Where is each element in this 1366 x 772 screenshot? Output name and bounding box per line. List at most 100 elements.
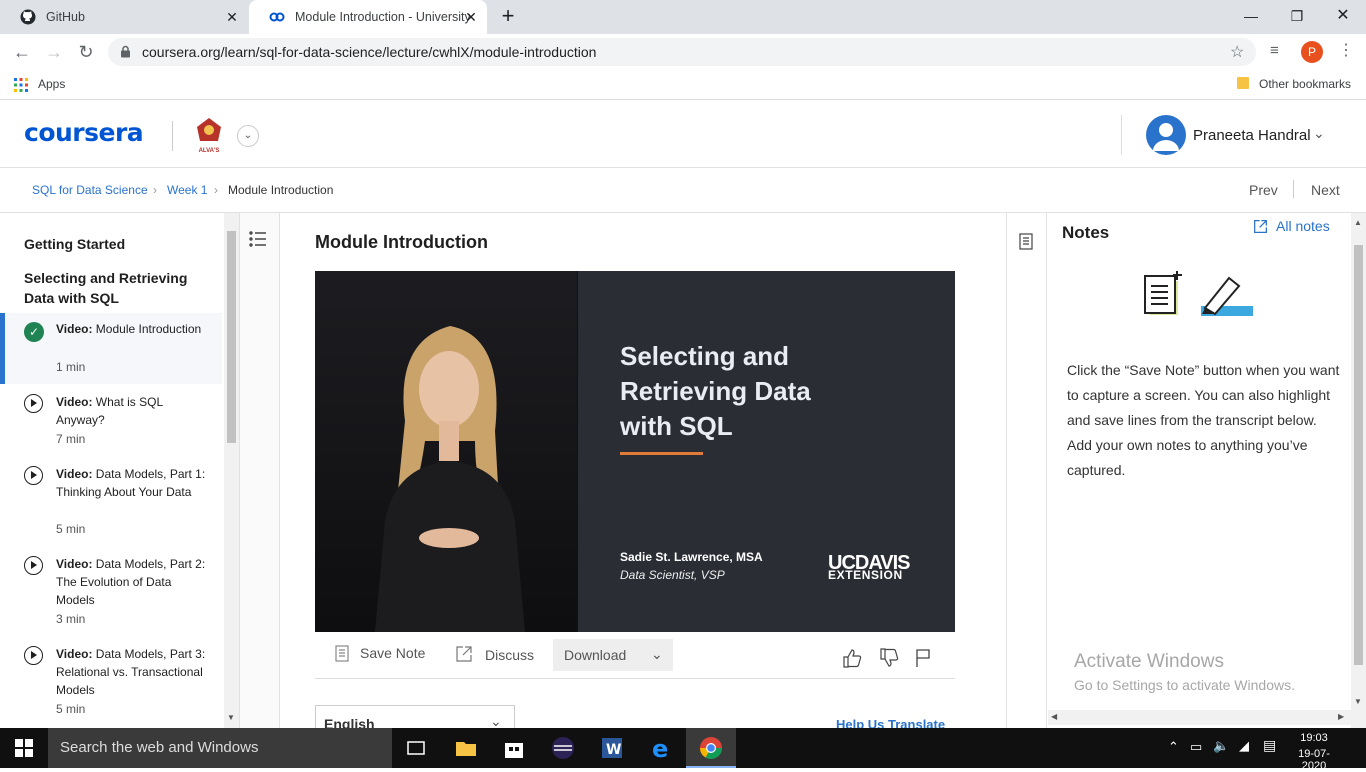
flag-icon[interactable]	[915, 648, 931, 673]
scroll-down-icon[interactable]: ▼	[1354, 697, 1362, 706]
show-hidden-icons-icon[interactable]: ⌃	[1168, 739, 1179, 755]
extension-logo: EXTENSION	[828, 568, 903, 582]
other-bookmarks[interactable]: Other bookmarks	[1259, 77, 1351, 91]
sidebar-scrollbar[interactable]: ▼	[224, 213, 239, 728]
partner-label: ALVA'S	[198, 148, 220, 154]
activate-windows-subtitle: Go to Settings to activate Windows.	[1074, 677, 1295, 693]
video-player[interactable]: Selecting and Retrieving Data with SQL S…	[315, 271, 955, 632]
chevron-down-icon: ⌄	[651, 646, 663, 662]
item-type: Video:	[56, 557, 93, 571]
address-bar[interactable]: coursera.org/learn/sql-for-data-science/…	[108, 38, 1256, 66]
forward-icon[interactable]: →	[42, 40, 66, 64]
add-note-illustration-icon	[1144, 271, 1184, 322]
breadcrumb-separator-icon: ›	[214, 183, 218, 197]
scroll-right-icon[interactable]: ▶	[1338, 712, 1344, 721]
list-item-video-data-models-1[interactable]: Video: Data Models, Part 1: Thinking Abo…	[0, 463, 222, 543]
discuss-button[interactable]: Discuss	[485, 647, 534, 663]
section-title[interactable]: Getting Started	[24, 236, 125, 252]
scrollbar-thumb[interactable]	[227, 231, 236, 443]
close-tab-icon[interactable]: ✕	[224, 9, 240, 25]
battery-icon[interactable]: ▭	[1190, 739, 1202, 755]
apps-bookmark[interactable]: Apps	[38, 77, 65, 91]
next-button[interactable]: Next	[1311, 182, 1340, 198]
scroll-up-icon[interactable]: ▲	[1354, 218, 1362, 227]
edge-icon[interactable]: e	[650, 735, 674, 763]
breadcrumb-separator-icon: ›	[153, 183, 157, 197]
minimize-icon[interactable]: —	[1236, 4, 1266, 28]
new-tab-button[interactable]: +	[496, 5, 520, 29]
clock-time[interactable]: 19:03	[1290, 732, 1338, 744]
user-name[interactable]: Praneeta Handral	[1193, 127, 1311, 144]
list-item-video-data-models-3[interactable]: Video: Data Models, Part 3: Relational v…	[0, 643, 222, 723]
apps-grid-icon	[14, 78, 28, 95]
tab-github[interactable]: GitHub ✕	[0, 0, 248, 34]
list-item-video-what-is-sql[interactable]: Video: What is SQL Anyway? 7 min	[0, 391, 222, 453]
profile-avatar[interactable]: P	[1301, 41, 1323, 63]
all-notes-link[interactable]: All notes	[1276, 218, 1330, 234]
media-playlist-icon[interactable]: ≡	[1270, 42, 1279, 59]
item-type: Video:	[56, 395, 93, 409]
url-text: coursera.org/learn/sql-for-data-science/…	[142, 44, 597, 60]
volume-icon[interactable]: 🔈	[1213, 738, 1229, 754]
list-item-video-data-models-2[interactable]: Video: Data Models, Part 2: The Evolutio…	[0, 553, 222, 633]
reload-icon[interactable]: ↻	[74, 40, 98, 64]
windows-start-icon[interactable]	[15, 739, 33, 762]
taskbar-search-input[interactable]: Search the web and Windows	[48, 728, 392, 768]
item-type: Video:	[56, 647, 93, 661]
list-item-video-module-introduction[interactable]: ✓ Video: Module Introduction 1 min	[0, 313, 222, 384]
notes-title: Notes	[1062, 223, 1110, 242]
item-duration: 5 min	[56, 522, 86, 536]
notes-instructions: Click the “Save Note” button when you wa…	[1067, 362, 1340, 478]
bookmark-star-icon[interactable]: ☆	[1230, 42, 1244, 62]
wifi-icon[interactable]: ◢	[1239, 738, 1249, 754]
eclipse-icon[interactable]	[551, 736, 575, 760]
activate-windows-title: Activate Windows	[1074, 651, 1224, 672]
partner-dropdown-icon[interactable]: ⌄	[237, 125, 259, 147]
prev-button[interactable]: Prev	[1249, 182, 1278, 198]
tab-title: GitHub	[46, 10, 85, 24]
video-divider	[577, 271, 578, 632]
word-icon[interactable]: W	[600, 736, 624, 760]
close-tab-icon[interactable]: ✕	[463, 9, 479, 25]
external-link-icon	[1253, 219, 1268, 239]
action-center-icon[interactable]: ▤	[1263, 737, 1276, 754]
note-icon	[335, 645, 349, 665]
thumbs-down-icon[interactable]	[879, 648, 899, 673]
user-menu-chevron-icon[interactable]: ⌄	[1313, 125, 1325, 142]
section-title[interactable]: Selecting and Retrieving Data with SQL	[24, 268, 214, 308]
notes-toggle-icon[interactable]	[1019, 233, 1033, 255]
scroll-left-icon[interactable]: ◀	[1051, 712, 1057, 721]
partner-logo[interactable]: ALVA'S	[194, 117, 224, 154]
close-window-icon[interactable]: ✕	[1328, 4, 1358, 28]
play-icon	[24, 556, 43, 575]
chrome-taskbar-button[interactable]	[686, 728, 736, 768]
table-of-contents-icon[interactable]	[249, 231, 267, 252]
notes-horizontal-scrollbar[interactable]: ◀ ▶	[1048, 710, 1351, 725]
download-dropdown[interactable]: Download ⌄	[553, 639, 673, 671]
github-icon	[20, 9, 36, 25]
notes-scrollbar[interactable]: ▲ ▼	[1351, 213, 1366, 728]
tab-module-introduction[interactable]: Module Introduction - University ✕	[249, 0, 487, 34]
svg-text:e: e	[652, 736, 668, 760]
help-translate-link[interactable]: Help Us Translate	[836, 718, 945, 728]
save-note-button[interactable]: Save Note	[360, 645, 425, 661]
coursera-logo[interactable]: coursera	[24, 118, 144, 147]
item-title: Module Introduction	[95, 322, 202, 336]
clock-date[interactable]: 19-07-2020	[1288, 748, 1340, 772]
scrollbar-thumb[interactable]	[1354, 245, 1363, 665]
title-underline	[620, 452, 703, 455]
breadcrumb-week[interactable]: Week 1	[167, 183, 207, 197]
restore-icon[interactable]: ❐	[1282, 4, 1312, 28]
store-icon[interactable]	[502, 736, 526, 760]
lesson-sidebar: Getting Started Selecting and Retrieving…	[0, 213, 240, 728]
user-avatar-icon[interactable]	[1146, 115, 1186, 155]
back-icon[interactable]: ←	[10, 40, 34, 64]
scroll-down-icon[interactable]: ▼	[227, 713, 235, 722]
folder-icon	[1237, 77, 1249, 89]
browser-menu-icon[interactable]: ⋮	[1338, 40, 1354, 60]
language-select[interactable]: English ⌄	[315, 705, 515, 728]
breadcrumb-course[interactable]: SQL for Data Science	[32, 183, 148, 197]
thumbs-up-icon[interactable]	[842, 648, 862, 673]
file-explorer-icon[interactable]	[454, 736, 478, 760]
task-view-icon[interactable]	[404, 736, 428, 760]
